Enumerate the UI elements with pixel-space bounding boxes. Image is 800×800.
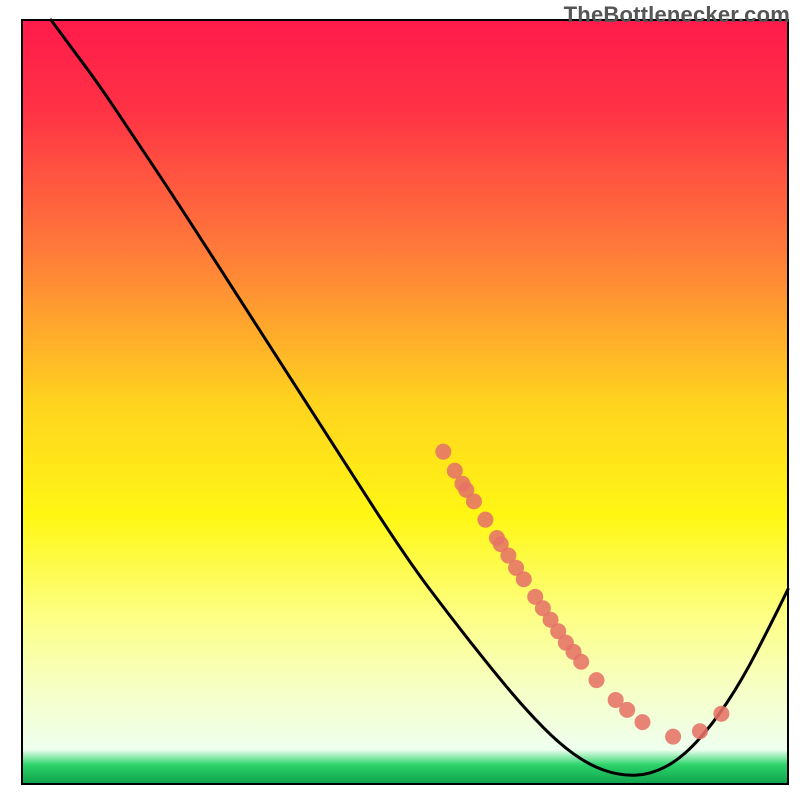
scatter-dot xyxy=(713,706,729,722)
scatter-dot xyxy=(589,672,605,688)
scatter-dot xyxy=(692,723,708,739)
watermark-label: TheBottlenecker.com xyxy=(564,2,790,28)
chart-container: TheBottlenecker.com xyxy=(0,0,800,800)
scatter-dot xyxy=(634,714,650,730)
scatter-dot xyxy=(477,512,493,528)
plot-background xyxy=(22,20,788,784)
scatter-dot xyxy=(619,702,635,718)
scatter-dot xyxy=(466,493,482,509)
scatter-dot xyxy=(516,571,532,587)
scatter-dot xyxy=(573,654,589,670)
scatter-dot xyxy=(665,729,681,745)
bottleneck-chart xyxy=(0,0,800,800)
scatter-dot xyxy=(435,444,451,460)
